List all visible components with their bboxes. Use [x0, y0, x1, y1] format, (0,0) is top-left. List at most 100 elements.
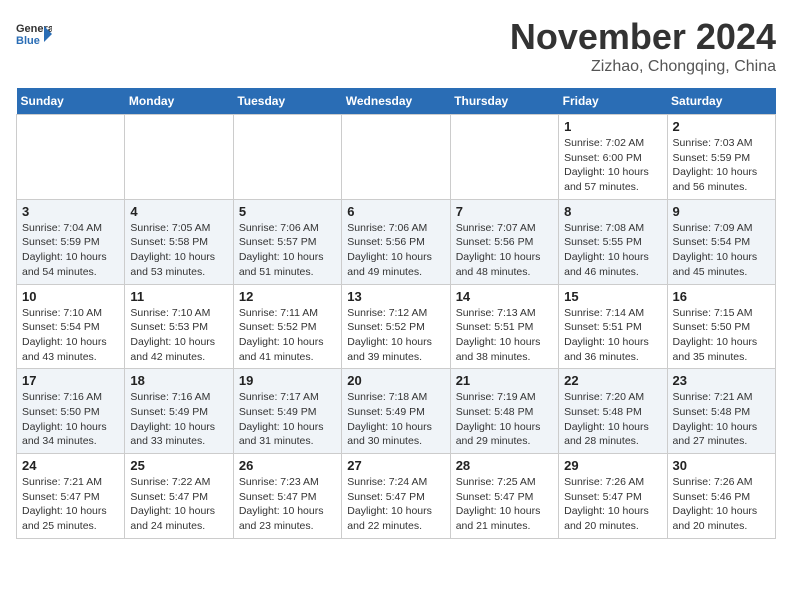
- day-number: 8: [564, 204, 661, 219]
- calendar-cell: 3Sunrise: 7:04 AMSunset: 5:59 PMDaylight…: [17, 199, 125, 284]
- calendar-cell: 13Sunrise: 7:12 AMSunset: 5:52 PMDayligh…: [342, 284, 450, 369]
- weekday-tuesday: Tuesday: [233, 88, 341, 115]
- day-number: 11: [130, 289, 227, 304]
- calendar-body: 1 Sunrise: 7:02 AMSunset: 6:00 PMDaylight…: [17, 115, 776, 539]
- day-number: 16: [673, 289, 770, 304]
- day-number: 29: [564, 458, 661, 473]
- calendar-cell: 6 Sunrise: 7:06 AMSunset: 5:56 PMDaylight…: [342, 199, 450, 284]
- week-row-3: 10Sunrise: 7:10 AMSunset: 5:54 PMDayligh…: [17, 284, 776, 369]
- calendar-cell: 25 Sunrise: 7:22 AMSunset: 5:47 PMDayligh…: [125, 454, 233, 539]
- calendar-cell: 7Sunrise: 7:07 AMSunset: 5:56 PMDaylight…: [450, 199, 558, 284]
- day-number: 20: [347, 373, 444, 388]
- day-number: 5: [239, 204, 336, 219]
- day-info: Sunrise: 7:25 AMSunset: 5:47 PMDaylight:…: [456, 475, 553, 534]
- day-info: Sunrise: 7:16 AMSunset: 5:50 PMDaylight:…: [22, 390, 119, 449]
- day-number: 25: [130, 458, 227, 473]
- calendar-cell: 19 Sunrise: 7:17 AMSunset: 5:49 PMDayligh…: [233, 369, 341, 454]
- calendar-cell: 17 Sunrise: 7:16 AMSunset: 5:50 PMDayligh…: [17, 369, 125, 454]
- calendar-cell: 1 Sunrise: 7:02 AMSunset: 6:00 PMDaylight…: [559, 115, 667, 200]
- day-info: Sunrise: 7:19 AMSunset: 5:48 PMDaylight:…: [456, 390, 553, 449]
- logo: General Blue: [16, 16, 52, 52]
- weekday-wednesday: Wednesday: [342, 88, 450, 115]
- calendar-cell: 18 Sunrise: 7:16 AMSunset: 5:49 PMDayligh…: [125, 369, 233, 454]
- weekday-header-row: SundayMondayTuesdayWednesdayThursdayFrid…: [17, 88, 776, 115]
- calendar-cell: 21 Sunrise: 7:19 AMSunset: 5:48 PMDayligh…: [450, 369, 558, 454]
- calendar-cell: 2 Sunrise: 7:03 AMSunset: 5:59 PMDaylight…: [667, 115, 775, 200]
- calendar-cell: 20Sunrise: 7:18 AMSunset: 5:49 PMDayligh…: [342, 369, 450, 454]
- calendar-cell: 10Sunrise: 7:10 AMSunset: 5:54 PMDayligh…: [17, 284, 125, 369]
- day-info: Sunrise: 7:03 AMSunset: 5:59 PMDaylight:…: [673, 136, 770, 195]
- day-number: 19: [239, 373, 336, 388]
- calendar-cell: 22Sunrise: 7:20 AMSunset: 5:48 PMDayligh…: [559, 369, 667, 454]
- day-info: Sunrise: 7:08 AMSunset: 5:55 PMDaylight:…: [564, 221, 661, 280]
- day-info: Sunrise: 7:23 AMSunset: 5:47 PMDaylight:…: [239, 475, 336, 534]
- day-number: 2: [673, 119, 770, 134]
- calendar-table: SundayMondayTuesdayWednesdayThursdayFrid…: [16, 88, 776, 539]
- day-number: 14: [456, 289, 553, 304]
- day-info: Sunrise: 7:15 AMSunset: 5:50 PMDaylight:…: [673, 306, 770, 365]
- day-number: 9: [673, 204, 770, 219]
- logo-icon: General Blue: [16, 16, 52, 52]
- day-number: 26: [239, 458, 336, 473]
- calendar-cell: 14 Sunrise: 7:13 AMSunset: 5:51 PMDayligh…: [450, 284, 558, 369]
- calendar-cell: [125, 115, 233, 200]
- day-info: Sunrise: 7:06 AMSunset: 5:57 PMDaylight:…: [239, 221, 336, 280]
- day-number: 1: [564, 119, 661, 134]
- day-info: Sunrise: 7:13 AMSunset: 5:51 PMDaylight:…: [456, 306, 553, 365]
- day-number: 7: [456, 204, 553, 219]
- weekday-sunday: Sunday: [17, 88, 125, 115]
- day-number: 23: [673, 373, 770, 388]
- calendar-cell: 8 Sunrise: 7:08 AMSunset: 5:55 PMDaylight…: [559, 199, 667, 284]
- day-number: 24: [22, 458, 119, 473]
- location: Zizhao, Chongqing, China: [510, 58, 776, 76]
- day-info: Sunrise: 7:22 AMSunset: 5:47 PMDaylight:…: [130, 475, 227, 534]
- calendar-cell: 24 Sunrise: 7:21 AMSunset: 5:47 PMDayligh…: [17, 454, 125, 539]
- page-header: General Blue November 2024 Zizhao, Chong…: [16, 16, 776, 76]
- calendar-cell: 30 Sunrise: 7:26 AMSunset: 5:46 PMDayligh…: [667, 454, 775, 539]
- day-number: 15: [564, 289, 661, 304]
- calendar-cell: 15 Sunrise: 7:14 AMSunset: 5:51 PMDayligh…: [559, 284, 667, 369]
- day-info: Sunrise: 7:09 AMSunset: 5:54 PMDaylight:…: [673, 221, 770, 280]
- day-number: 17: [22, 373, 119, 388]
- day-number: 18: [130, 373, 227, 388]
- week-row-1: 1 Sunrise: 7:02 AMSunset: 6:00 PMDaylight…: [17, 115, 776, 200]
- day-info: Sunrise: 7:16 AMSunset: 5:49 PMDaylight:…: [130, 390, 227, 449]
- day-info: Sunrise: 7:26 AMSunset: 5:46 PMDaylight:…: [673, 475, 770, 534]
- day-number: 6: [347, 204, 444, 219]
- calendar-cell: [233, 115, 341, 200]
- day-number: 30: [673, 458, 770, 473]
- day-info: Sunrise: 7:14 AMSunset: 5:51 PMDaylight:…: [564, 306, 661, 365]
- weekday-thursday: Thursday: [450, 88, 558, 115]
- title-block: November 2024 Zizhao, Chongqing, China: [510, 16, 776, 76]
- day-info: Sunrise: 7:21 AMSunset: 5:48 PMDaylight:…: [673, 390, 770, 449]
- calendar-cell: 5 Sunrise: 7:06 AMSunset: 5:57 PMDaylight…: [233, 199, 341, 284]
- day-info: Sunrise: 7:21 AMSunset: 5:47 PMDaylight:…: [22, 475, 119, 534]
- day-info: Sunrise: 7:06 AMSunset: 5:56 PMDaylight:…: [347, 221, 444, 280]
- day-number: 27: [347, 458, 444, 473]
- month-title: November 2024: [510, 16, 776, 58]
- weekday-saturday: Saturday: [667, 88, 775, 115]
- calendar-cell: 28 Sunrise: 7:25 AMSunset: 5:47 PMDayligh…: [450, 454, 558, 539]
- calendar-cell: 9 Sunrise: 7:09 AMSunset: 5:54 PMDaylight…: [667, 199, 775, 284]
- calendar-cell: [342, 115, 450, 200]
- day-info: Sunrise: 7:12 AMSunset: 5:52 PMDaylight:…: [347, 306, 444, 365]
- day-number: 28: [456, 458, 553, 473]
- calendar-cell: 4 Sunrise: 7:05 AMSunset: 5:58 PMDaylight…: [125, 199, 233, 284]
- week-row-4: 17 Sunrise: 7:16 AMSunset: 5:50 PMDayligh…: [17, 369, 776, 454]
- day-info: Sunrise: 7:02 AMSunset: 6:00 PMDaylight:…: [564, 136, 661, 195]
- calendar-cell: 12Sunrise: 7:11 AMSunset: 5:52 PMDayligh…: [233, 284, 341, 369]
- calendar-cell: 27Sunrise: 7:24 AMSunset: 5:47 PMDayligh…: [342, 454, 450, 539]
- day-info: Sunrise: 7:11 AMSunset: 5:52 PMDaylight:…: [239, 306, 336, 365]
- day-info: Sunrise: 7:17 AMSunset: 5:49 PMDaylight:…: [239, 390, 336, 449]
- calendar-cell: [17, 115, 125, 200]
- calendar-cell: 16 Sunrise: 7:15 AMSunset: 5:50 PMDayligh…: [667, 284, 775, 369]
- svg-text:Blue: Blue: [16, 35, 40, 47]
- day-info: Sunrise: 7:10 AMSunset: 5:53 PMDaylight:…: [130, 306, 227, 365]
- day-number: 21: [456, 373, 553, 388]
- weekday-monday: Monday: [125, 88, 233, 115]
- day-info: Sunrise: 7:04 AMSunset: 5:59 PMDaylight:…: [22, 221, 119, 280]
- day-info: Sunrise: 7:10 AMSunset: 5:54 PMDaylight:…: [22, 306, 119, 365]
- day-info: Sunrise: 7:05 AMSunset: 5:58 PMDaylight:…: [130, 221, 227, 280]
- day-number: 4: [130, 204, 227, 219]
- calendar-cell: 23 Sunrise: 7:21 AMSunset: 5:48 PMDayligh…: [667, 369, 775, 454]
